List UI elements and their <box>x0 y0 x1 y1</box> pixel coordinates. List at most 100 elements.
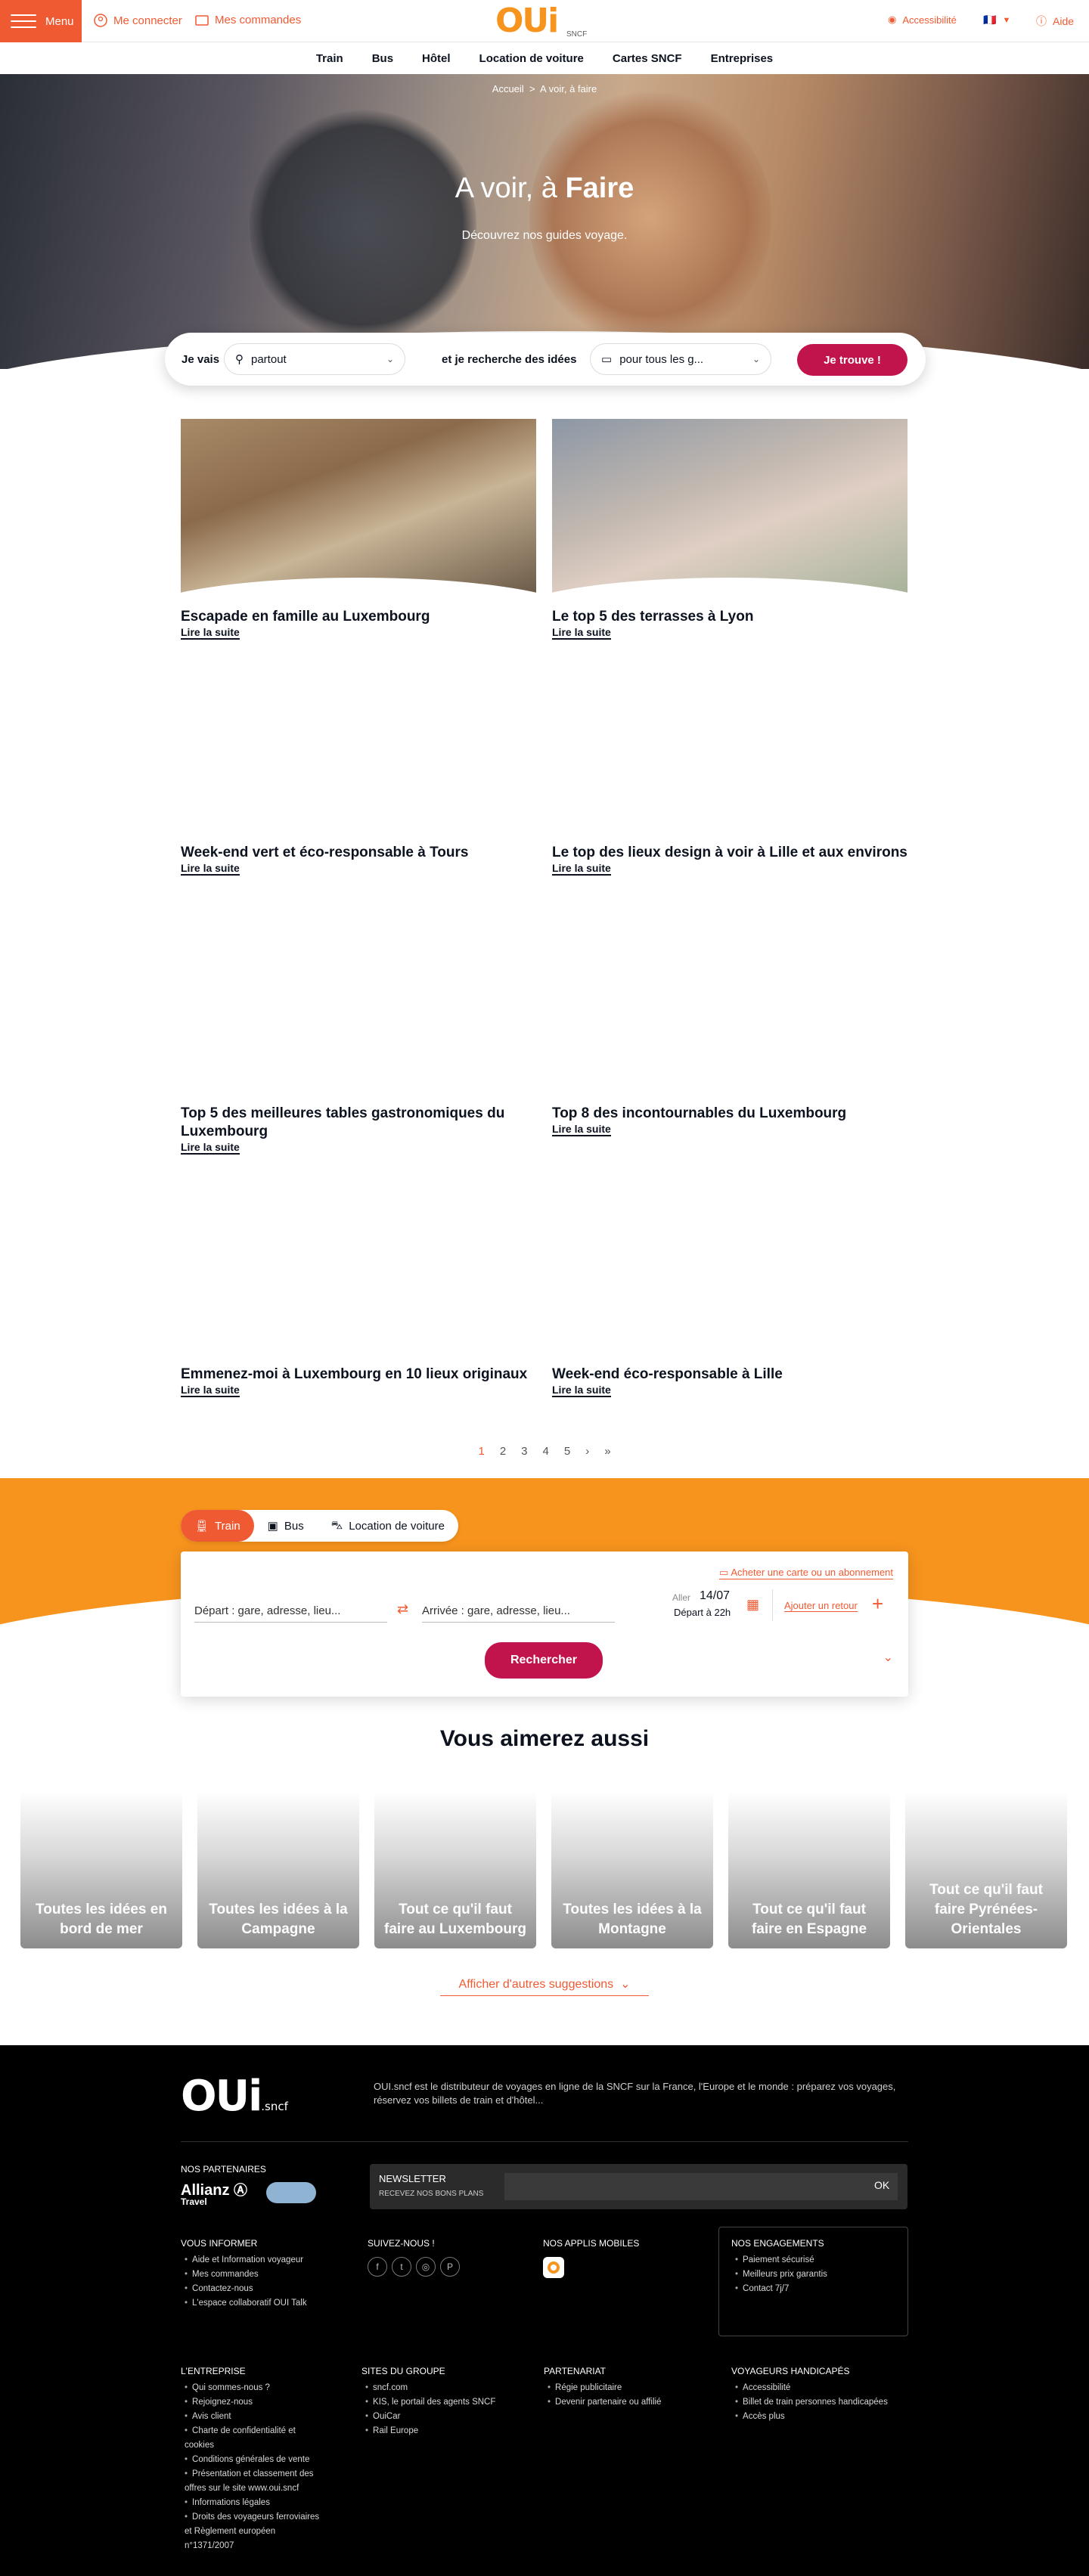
arrival-input[interactable]: Arrivée : gare, adresse, lieu... <box>422 1604 615 1623</box>
tab-bus[interactable]: ▣ Bus <box>254 1510 318 1542</box>
footer-link[interactable]: Paiement sécurisé <box>735 2253 901 2268</box>
footer-link[interactable]: Régie publicitaire <box>548 2381 714 2395</box>
footer-link[interactable]: Droits des voyageurs ferroviaires et Règ… <box>185 2510 324 2553</box>
suggestion-tile[interactable]: Tout ce qu'il faut faire en Espagne <box>728 1791 890 1948</box>
footer-link[interactable]: Avis client <box>185 2410 324 2424</box>
facebook-icon[interactable]: f <box>368 2257 387 2277</box>
footer-link[interactable]: Rejoignez-nous <box>185 2395 324 2410</box>
ideas-select[interactable]: ▭ pour tous les g... ⌄ <box>590 343 771 375</box>
footer-logo[interactable]: OUi.sncf <box>181 2072 288 2121</box>
accessibility-link[interactable]: ◉ Accessibilité <box>888 14 957 26</box>
article-card[interactable]: Week-end vert et éco-responsable à Tours… <box>181 830 536 876</box>
buy-card-link[interactable]: ▭ Acheter une carte ou un abonnement <box>719 1567 893 1579</box>
article-card[interactable]: Top 5 des meilleures tables gastronomiqu… <box>181 1091 536 1155</box>
page-link[interactable]: 3 <box>521 1445 527 1458</box>
read-more-link[interactable]: Lire la suite <box>181 1384 240 1397</box>
suggestion-tile[interactable]: Tout ce qu'il faut faire au Luxembourg <box>374 1791 536 1948</box>
tab-car-rental[interactable]: ⛍ Location de voiture <box>318 1510 458 1542</box>
menu-button[interactable]: Menu <box>0 0 82 42</box>
article-card[interactable]: Top 8 des incontournables du Luxembourg … <box>552 1091 908 1136</box>
read-more-link[interactable]: Lire la suite <box>552 1384 611 1397</box>
tab-train[interactable]: 🚆︎ Train <box>181 1510 254 1542</box>
article-card[interactable]: Emmenez-moi à Luxembourg en 10 lieux ori… <box>181 1352 536 1397</box>
footer-link[interactable]: Conditions générales de vente <box>185 2453 324 2467</box>
footer-link[interactable]: Accès plus <box>735 2410 913 2424</box>
next-page-icon[interactable]: › <box>585 1445 589 1458</box>
search-button[interactable]: Rechercher <box>485 1642 603 1679</box>
chevron-down-icon: ⌄ <box>752 354 760 364</box>
more-suggestions-link[interactable]: Afficher d'autres suggestions ⌄ <box>440 1976 649 1996</box>
inform-list: Aide et Information voyageur Mes command… <box>185 2253 351 2311</box>
footer-link[interactable]: Mes commandes <box>185 2268 351 2282</box>
read-more-link[interactable]: Lire la suite <box>181 862 240 876</box>
suggestion-tile[interactable]: Toutes les idées en bord de mer <box>20 1791 182 1948</box>
last-page-icon[interactable]: » <box>604 1445 610 1458</box>
article-card[interactable]: Le top des lieux design à voir à Lille e… <box>552 830 908 876</box>
partner-badge-icon[interactable] <box>266 2182 316 2203</box>
tab-label: Location de voiture <box>349 1519 445 1533</box>
plus-icon[interactable]: + <box>872 1594 883 1613</box>
nav-sncf-cards[interactable]: Cartes SNCF <box>613 52 682 65</box>
footer-link[interactable]: Accessibilité <box>735 2381 913 2395</box>
footer-link[interactable]: sncf.com <box>365 2381 532 2395</box>
read-more-link[interactable]: Lire la suite <box>181 1141 240 1155</box>
page-link[interactable]: 5 <box>564 1445 570 1458</box>
read-more-link[interactable]: Lire la suite <box>552 1123 611 1136</box>
find-button[interactable]: Je trouve ! <box>797 344 908 376</box>
page-link[interactable]: 2 <box>500 1445 506 1458</box>
read-more-link[interactable]: Lire la suite <box>552 862 611 876</box>
suggestion-label: Tout ce qu'il faut faire au Luxembourg <box>384 1902 526 1937</box>
footer-link[interactable]: L'espace collaboratif OUI Talk <box>185 2296 351 2311</box>
calendar-icon[interactable]: ▦ <box>746 1597 759 1613</box>
newsletter-ok-button[interactable]: OK <box>874 2179 889 2191</box>
footer-link[interactable]: Présentation et classement des offres su… <box>185 2467 324 2496</box>
article-card[interactable]: Le top 5 des terrasses à Lyon Lire la su… <box>552 419 908 640</box>
suggestion-tile[interactable]: Tout ce qu'il faut faire Pyrénées-Orient… <box>905 1791 1067 1948</box>
orders-link[interactable]: Mes commandes <box>195 14 301 26</box>
breadcrumb-separator: > <box>529 83 535 95</box>
article-card[interactable]: Escapade en famille au Luxembourg Lire l… <box>181 419 536 640</box>
nav-car-rental[interactable]: Location de voiture <box>479 52 584 65</box>
nav-business[interactable]: Entreprises <box>711 52 774 65</box>
pinterest-icon[interactable]: P <box>440 2257 460 2277</box>
footer-link[interactable]: Devenir partenaire ou affilié <box>548 2395 714 2410</box>
footer-link[interactable]: Billet de train personnes handicapées <box>735 2395 913 2410</box>
outbound-date[interactable]: 14/07 <box>700 1589 730 1603</box>
footer-link[interactable]: KIS, le portail des agents SNCF <box>365 2395 532 2410</box>
add-return-link[interactable]: Ajouter un retour <box>784 1600 858 1612</box>
footer-link[interactable]: Qui sommes-nous ? <box>185 2381 324 2395</box>
swap-icon[interactable]: ⇄ <box>397 1601 408 1617</box>
read-more-link[interactable]: Lire la suite <box>181 626 240 640</box>
suggestion-tile[interactable]: Toutes les idées à la Montagne <box>551 1791 713 1948</box>
nav-train[interactable]: Train <box>316 52 343 65</box>
footer-link[interactable]: Charte de confidentialité et cookies <box>185 2424 324 2453</box>
language-selector[interactable]: 🇫🇷 ▼ <box>983 14 1010 26</box>
breadcrumb-current: A voir, à faire <box>540 83 597 95</box>
footer-link[interactable]: Aide et Information voyageur <box>185 2253 351 2268</box>
chevron-down-icon[interactable]: ⌄ <box>883 1650 893 1665</box>
page-link[interactable]: 1 <box>478 1445 484 1458</box>
footer-link[interactable]: Informations légales <box>185 2496 324 2510</box>
destination-select[interactable]: ⚲ partout ⌄ <box>224 343 405 375</box>
oui-logo[interactable]: OUi SNCF <box>495 5 587 41</box>
login-link[interactable]: Me connecter <box>94 14 182 27</box>
twitter-icon[interactable]: t <box>392 2257 411 2277</box>
footer-link[interactable]: OuiCar <box>365 2410 532 2424</box>
help-link[interactable]: ⓘ Aide <box>1036 14 1074 29</box>
footer-link[interactable]: Contact 7j/7 <box>735 2282 901 2296</box>
instagram-icon[interactable]: ◎ <box>416 2257 436 2277</box>
footer-link[interactable]: Meilleurs prix garantis <box>735 2268 901 2282</box>
departure-input[interactable]: Départ : gare, adresse, lieu... <box>194 1604 387 1623</box>
read-more-link[interactable]: Lire la suite <box>552 626 611 640</box>
page-link[interactable]: 4 <box>543 1445 549 1458</box>
footer-link[interactable]: Rail Europe <box>365 2424 532 2438</box>
newsletter-email-input[interactable] <box>504 2173 898 2200</box>
breadcrumb-home[interactable]: Accueil <box>492 83 524 95</box>
footer-link[interactable]: Contactez-nous <box>185 2282 351 2296</box>
nav-hotel[interactable]: Hôtel <box>422 52 451 65</box>
oui-app-icon[interactable] <box>543 2257 564 2278</box>
outbound-time[interactable]: Départ à 22h <box>674 1607 731 1618</box>
suggestion-tile[interactable]: Toutes les idées à la Campagne <box>197 1791 359 1948</box>
article-card[interactable]: Week-end éco-responsable à Lille Lire la… <box>552 1352 908 1397</box>
nav-bus[interactable]: Bus <box>372 52 393 65</box>
